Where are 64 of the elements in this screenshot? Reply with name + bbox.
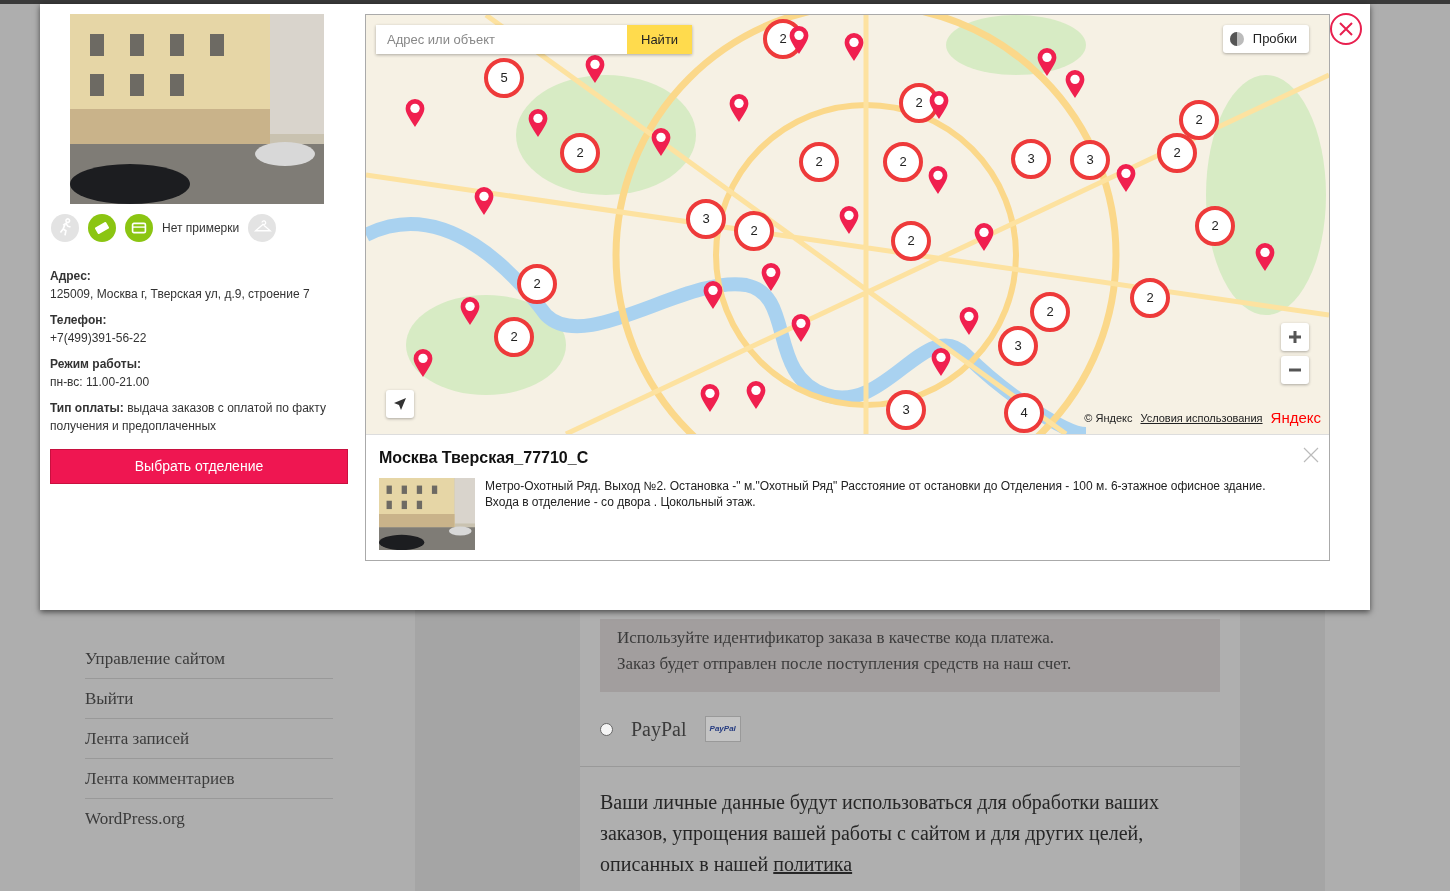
close-icon <box>1338 21 1354 37</box>
terms-link[interactable]: Условия использования <box>1140 409 1263 426</box>
radio-button[interactable] <box>600 722 613 736</box>
balloon-title: Москва Тверская_77710_С <box>379 448 589 468</box>
map-pin-icon[interactable] <box>1035 47 1059 77</box>
geolocation-button[interactable] <box>386 390 414 418</box>
close-modal-button[interactable] <box>1330 13 1362 45</box>
map-pin-icon[interactable] <box>759 262 783 292</box>
find-button[interactable]: Найти <box>627 25 693 54</box>
map-pin-icon[interactable] <box>649 127 673 157</box>
info-text: Тип оплаты: выдача заказов с оплатой по факту получения и предоплаченных <box>50 400 327 435</box>
location-arrow-icon <box>393 397 407 411</box>
info-value: 125009, Москва г, Тверская ул, д.9, строение 7 <box>50 286 311 303</box>
map-pin-icon[interactable] <box>787 25 811 55</box>
sidebar-link[interactable]: Лента записей <box>85 725 190 752</box>
sidebar-link[interactable]: Управление сайтом <box>85 645 226 672</box>
info-value: +7(499)391-56-22 <box>50 330 148 347</box>
map-pin-icon[interactable] <box>744 380 768 410</box>
map-pin-icon[interactable] <box>927 90 951 120</box>
map-pin-icon[interactable] <box>1253 242 1277 272</box>
info-label: Режим работы: <box>50 356 142 373</box>
info-value: пн-вс: 11.00-21.00 <box>50 374 151 391</box>
plus-icon <box>1288 330 1302 344</box>
paypal-logo: PayPal <box>704 716 741 742</box>
map-pin-icon[interactable] <box>789 313 813 343</box>
map[interactable]: 5 2 2 2 2 2 3 3 2 2 3 2 2 2 2 2 2 2 3 3 4 Адрес или объект Найти Пробки © Яндекс Условия использования Яндекс <box>366 15 1329 434</box>
map-pin-icon[interactable] <box>1063 69 1087 99</box>
address-search-field[interactable]: Адрес или объект <box>376 25 627 54</box>
info-label: Телефон: <box>50 312 108 329</box>
map-pin-icon[interactable] <box>929 347 953 377</box>
payment-label: PayPal <box>631 717 687 743</box>
map-pin-icon[interactable] <box>1114 163 1138 193</box>
traffic-light-icon <box>1228 31 1245 47</box>
info-label: Адрес: <box>50 268 92 285</box>
copyright-text: © Яндекс <box>1084 410 1133 426</box>
map-pin-icon[interactable] <box>458 296 482 326</box>
map-pin-icon[interactable] <box>926 165 950 195</box>
note-text: Используйте идентификатор заказа в качестве кода платежа. <box>617 627 1055 649</box>
zoom-in-button[interactable] <box>1281 323 1309 351</box>
zoom-out-button[interactable] <box>1281 356 1309 384</box>
map-pin-icon[interactable] <box>701 280 725 310</box>
map-pin-icon[interactable] <box>698 383 722 413</box>
sidebar-link[interactable]: Выйти <box>85 685 134 712</box>
map-pin-icon[interactable] <box>403 98 427 128</box>
map-pin-icon[interactable] <box>727 93 751 123</box>
map-pin-icon[interactable] <box>583 54 607 84</box>
balloon-description: Метро-Охотный Ряд. Выход №2. Остановка -" м."Охотный Ряд" Расстояние от остановки до Отделения - 100 м. 6-этажное офисное здание. Входа в отделение - со двора . Цокольный этаж. <box>485 478 1267 511</box>
privacy-text: Ваши личные данные будут использоваться для обработки ваших заказов, упрощения вашей работы с сайтом и для других целей, описанных в нашей политика <box>599 790 1160 877</box>
privacy-link[interactable]: политика <box>773 853 853 875</box>
map-pin-icon[interactable] <box>842 32 866 62</box>
traffic-button[interactable]: Пробки <box>1222 25 1309 53</box>
map-pin-icon[interactable] <box>957 306 981 336</box>
sidebar-link[interactable]: WordPress.org <box>85 806 185 832</box>
no-fitting-label: Нет примерки <box>162 220 240 237</box>
close-icon <box>1303 447 1319 463</box>
map-pin-icon[interactable] <box>837 205 861 235</box>
map-pin-icon[interactable] <box>526 108 550 138</box>
select-branch-button[interactable]: Выбрать отделение <box>50 449 348 484</box>
map-pin-icon[interactable] <box>472 186 496 216</box>
map-logo: Яндекс <box>1270 410 1321 426</box>
sidebar-link[interactable]: Лента комментариев <box>85 765 235 792</box>
map-pin-icon[interactable] <box>411 348 435 378</box>
note-text: Заказ будет отправлен после поступления средств на наш счет. <box>617 653 1073 675</box>
map-pin-icon[interactable] <box>972 222 996 252</box>
